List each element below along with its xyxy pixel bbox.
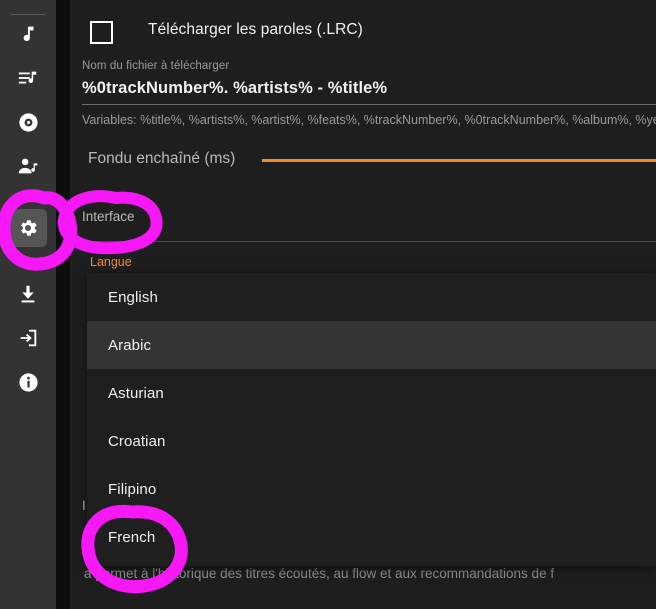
- sidebar-item-downloads[interactable]: [4, 272, 52, 316]
- lyrics-checkbox-label: Télécharger les paroles (.LRC): [148, 21, 363, 38]
- app-window: Télécharger les paroles (.LRC) Nom du fi…: [0, 0, 656, 609]
- artist-icon: [9, 147, 47, 185]
- sidebar-item-settings[interactable]: [4, 206, 52, 250]
- language-option-filipino[interactable]: Filipino: [87, 465, 656, 513]
- language-option-croatian[interactable]: Croatian: [87, 417, 656, 465]
- login-icon: [9, 319, 47, 357]
- crossfade-label: Fondu enchaîné (ms): [88, 150, 236, 167]
- filename-field-label: Nom du fichier à télécharger: [82, 60, 230, 72]
- section-tabbar: Interface: [70, 198, 656, 242]
- rail-seam: [56, 0, 70, 609]
- language-option-arabic[interactable]: Arabic: [87, 321, 656, 369]
- language-option-asturian[interactable]: Asturian: [87, 369, 656, 417]
- sidebar-item-albums[interactable]: [4, 100, 52, 144]
- crossfade-row[interactable]: Fondu enchaîné (ms): [70, 146, 656, 180]
- playlist-icon: [9, 59, 47, 97]
- filename-underline: [82, 104, 656, 105]
- tab-interface[interactable]: Interface: [82, 209, 135, 224]
- language-option-french[interactable]: French: [87, 513, 656, 561]
- filename-variables-hint: Variables: %title%, %artists%, %artist%,…: [82, 113, 656, 127]
- gear-icon: [9, 209, 47, 247]
- language-option-english[interactable]: English: [87, 273, 656, 321]
- sidebar-item-playlists[interactable]: [4, 56, 52, 100]
- language-caption: Langue: [90, 255, 132, 269]
- sidebar-item-about[interactable]: [4, 360, 52, 404]
- sidebar-item-songs[interactable]: [4, 12, 52, 56]
- sidebar-item-artists[interactable]: [4, 144, 52, 188]
- sidebar-rail: [0, 0, 56, 609]
- crossfade-slider[interactable]: [262, 159, 656, 162]
- interface-subheading: I: [82, 498, 86, 513]
- info-icon: [9, 363, 47, 401]
- filename-input[interactable]: %0trackNumber%. %artists% - %title%: [82, 79, 656, 98]
- privacy-note: a permet à l'historique des titres écout…: [84, 566, 555, 581]
- language-dropdown[interactable]: English Arabic Asturian Croatian Filipin…: [87, 273, 656, 566]
- lyrics-checkbox-row[interactable]: Télécharger les paroles (.LRC): [70, 0, 656, 58]
- tabbar-rule: [82, 241, 656, 242]
- album-disc-icon: [9, 103, 47, 141]
- filename-field[interactable]: Nom du fichier à télécharger %0trackNumb…: [82, 60, 656, 127]
- music-note-icon: [9, 15, 47, 53]
- lyrics-checkbox[interactable]: [90, 21, 113, 44]
- sidebar-item-login[interactable]: [4, 316, 52, 360]
- download-icon: [9, 275, 47, 313]
